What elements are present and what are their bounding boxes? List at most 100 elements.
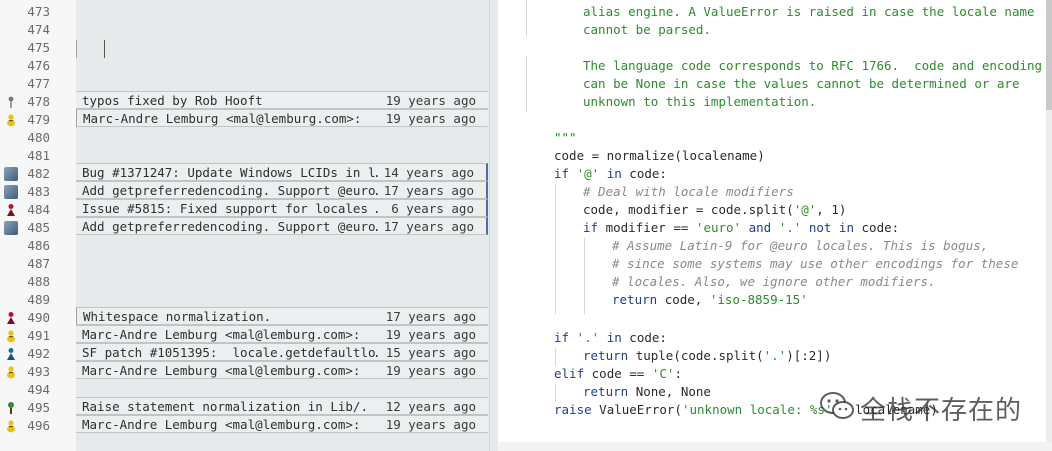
indent-guide [555, 384, 556, 402]
comment: # Deal with locale modifiers [583, 184, 794, 199]
duck-icon[interactable] [4, 329, 18, 343]
keyword: return [612, 292, 658, 307]
code-line-484[interactable]: code, modifier = code.split('@', 1) [583, 202, 846, 220]
bottom-strip [498, 442, 1052, 451]
gutter-line-495[interactable]: 495 [0, 399, 76, 417]
scrollbar-thumb[interactable] [1046, 0, 1052, 110]
gutter-line-475[interactable]: 475 [0, 39, 76, 57]
blame-entry-479[interactable]: Marc-Andre Lemburg <mal@lemburg.com>: 19 … [76, 109, 488, 127]
code-line-480[interactable]: """ [554, 130, 577, 148]
comment: # since some systems may use other encod… [612, 256, 1019, 271]
vertical-scrollbar[interactable] [1046, 0, 1052, 451]
code-text: code = normalize(localename) [554, 148, 765, 163]
gutter-line-492[interactable]: 492 [0, 345, 76, 363]
watermark: 全栈不存在的 [818, 388, 1038, 426]
commit-message: Add getpreferredencoding. Support @euro… [82, 183, 378, 198]
gutter-line-491[interactable]: 491 [0, 327, 76, 345]
code-line-489[interactable]: return code, 'iso-8859-15' [612, 292, 808, 310]
panel-divider[interactable] [489, 0, 490, 451]
duck-icon[interactable] [4, 365, 18, 379]
code-line-481[interactable]: code = normalize(localename) [554, 148, 765, 166]
gutter-line-473[interactable]: 473 [0, 3, 76, 21]
blame-entry-495[interactable]: Raise statement normalization in Lib/. 12… [76, 397, 488, 415]
docstring-text: unknown to this implementation. [583, 94, 817, 109]
code-editor[interactable]: alias engine. A ValueError is raised in … [498, 0, 1052, 451]
code-line-476[interactable]: The language code corresponds to RFC 176… [583, 58, 1042, 76]
gutter-line-482[interactable]: 482 [0, 165, 76, 183]
code-line-483[interactable]: # Deal with locale modifiers [583, 184, 794, 202]
gutter-line-484[interactable]: 484 [0, 201, 76, 219]
docstring-text: can be None in case the values cannot be… [583, 76, 1020, 91]
gutter-line-480[interactable]: 480 [0, 129, 76, 147]
pin-icon[interactable] [4, 95, 18, 109]
code-line-487[interactable]: # since some systems may use other encod… [612, 256, 1018, 274]
gutter-line-493[interactable]: 493 [0, 363, 76, 381]
blame-entry-485[interactable]: Add getpreferredencoding. Support @euro…… [76, 217, 488, 235]
gutter-line-483[interactable]: 483 [0, 183, 76, 201]
author-avatar[interactable] [4, 185, 18, 199]
code-line-488[interactable]: # locales. Also, we ignore other modifie… [612, 274, 936, 292]
gutter-line-485[interactable]: 485 [0, 219, 76, 237]
gutter-line-487[interactable]: 487 [0, 255, 76, 273]
blame-entry-493[interactable]: Marc-Andre Lemburg <mal@lemburg.com>: 19 … [76, 361, 488, 379]
gutter-line-474[interactable]: 474 [0, 21, 76, 39]
code-line-493[interactable]: elif code == 'C': [554, 366, 682, 384]
gutter-line-494[interactable]: 494 [0, 381, 76, 399]
gutter-line-490[interactable]: 490 [0, 309, 76, 327]
blame-entry-484[interactable]: Issue #5815: Fixed support for locales …… [76, 199, 488, 217]
gutter-line-481[interactable]: 481 [0, 147, 76, 165]
code-line-477[interactable]: can be None in case the values cannot be… [583, 76, 1020, 94]
commit-message: Marc-Andre Lemburg <mal@lemburg.com>: [83, 111, 362, 126]
gutter-line-478[interactable]: 478 [0, 93, 76, 111]
indent-guide [526, 56, 527, 112]
string-literal: 'euro' [695, 220, 742, 235]
gutter-line-496[interactable]: 496 [0, 417, 76, 435]
gutter-line-488[interactable]: 488 [0, 273, 76, 291]
code-line-494[interactable]: return None, None [583, 384, 711, 402]
line-number: 478 [27, 94, 50, 109]
code-line-482[interactable]: if '@' in code: [554, 166, 667, 184]
code-line-486[interactable]: # Assume Latin-9 for @euro locales. This… [612, 238, 988, 256]
figure-icon[interactable] [4, 203, 18, 217]
figure-green-icon[interactable] [4, 401, 18, 415]
code-text: code, modifier = code.split( [583, 202, 794, 217]
blame-entry-482[interactable]: Bug #1371247: Update Windows LCIDs in l…… [76, 163, 488, 181]
gutter-line-479[interactable]: 479 [0, 111, 76, 129]
code-line-491[interactable]: if '.' in code: [554, 330, 667, 348]
gutter-line-476[interactable]: 476 [0, 57, 76, 75]
keyword: return [583, 348, 629, 363]
author-avatar[interactable] [4, 167, 18, 181]
line-number: 482 [27, 166, 50, 181]
string-literal: '@' [576, 166, 600, 181]
blame-entry-478[interactable]: typos fixed by Rob Hooft 19 years ago [76, 91, 488, 109]
line-number: 490 [27, 310, 50, 325]
comment: # locales. Also, we ignore other modifie… [612, 274, 936, 289]
blame-entry-483[interactable]: Add getpreferredencoding. Support @euro…… [76, 181, 488, 199]
code-line-474[interactable]: cannot be parsed. [583, 22, 711, 40]
commit-age: 17 years ago [383, 183, 474, 198]
blame-entry-496[interactable]: Marc-Andre Lemburg <mal@lemburg.com>: 19 … [76, 415, 488, 433]
gutter-line-486[interactable]: 486 [0, 237, 76, 255]
docstring-text: cannot be parsed. [583, 22, 711, 37]
code-line-492[interactable]: return tuple(code.split('.')[:2]) [583, 348, 831, 366]
author-avatar[interactable] [4, 221, 18, 235]
gutter-line-489[interactable]: 489 [0, 291, 76, 309]
blame-entry-492[interactable]: SF patch #1051395: locale.getdefaultlo… 1… [76, 343, 488, 361]
duck-icon[interactable] [4, 419, 18, 433]
code-line-485[interactable]: if modifier == 'euro' and '.' not in cod… [583, 220, 899, 238]
string-literal: 'iso-8859-15' [709, 292, 808, 307]
code-line-473[interactable]: alias engine. A ValueError is raised in … [583, 4, 1035, 22]
line-number: 476 [27, 58, 50, 73]
keyword: and [748, 220, 772, 235]
gutter-line-477[interactable]: 477 [0, 75, 76, 93]
duck-icon[interactable] [4, 113, 18, 127]
line-number: 473 [27, 4, 50, 19]
blame-entry-490[interactable]: Whitespace normalization. 17 years ago [76, 307, 488, 325]
code-text: code == [591, 366, 645, 381]
commit-age: 15 years ago [385, 345, 476, 360]
figure-blue-icon[interactable] [4, 347, 18, 361]
figure-icon[interactable] [4, 311, 18, 325]
code-line-478[interactable]: unknown to this implementation. [583, 94, 816, 112]
commit-message: Marc-Andre Lemburg <mal@lemburg.com>: [82, 363, 361, 378]
blame-entry-491[interactable]: Marc-Andre Lemburg <mal@lemburg.com>: 19 … [76, 325, 488, 343]
